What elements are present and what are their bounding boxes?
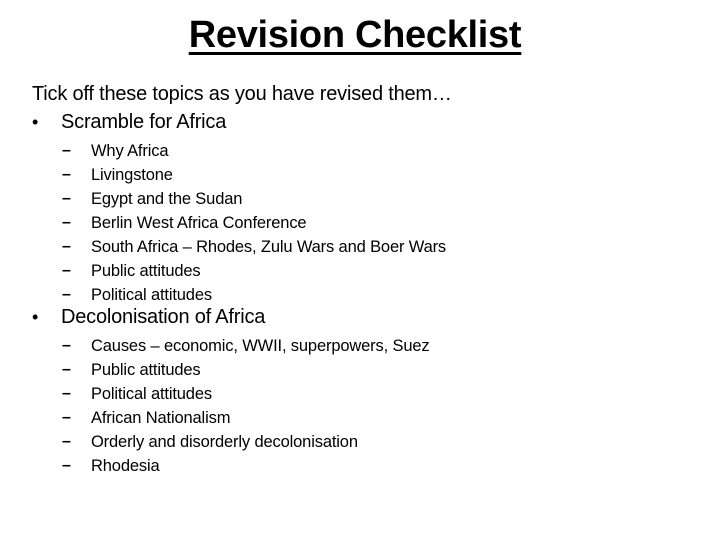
- list-item-label: African Nationalism: [91, 409, 231, 427]
- list-item: – Berlin West Africa Conference: [32, 211, 446, 235]
- list-item: – Public attitudes: [32, 358, 430, 382]
- page-title: Revision Checklist: [188, 14, 522, 56]
- list-item-label: Livingstone: [91, 166, 173, 184]
- dash-icon: –: [62, 409, 71, 426]
- list-item: – Egypt and the Sudan: [32, 187, 446, 211]
- dash-icon: –: [62, 166, 71, 183]
- topic-list: – Why Africa – Livingstone – Egypt and the …: [32, 139, 446, 307]
- list-item-label: Rhodesia: [91, 457, 160, 475]
- list-item-label: Berlin West Africa Conference: [91, 214, 307, 232]
- bullet-icon: •: [32, 307, 39, 327]
- list-item: – Orderly and disorderly decolonisation: [32, 430, 430, 454]
- dash-icon: –: [62, 262, 71, 279]
- dash-icon: –: [62, 142, 71, 159]
- dash-icon: –: [62, 433, 71, 450]
- list-item-label: Egypt and the Sudan: [91, 190, 243, 208]
- list-item: – Political attitudes: [32, 382, 430, 406]
- topic-list: – Causes – economic, WWII, superpowers, S…: [32, 334, 430, 478]
- list-item: – Public attitudes: [32, 259, 446, 283]
- section-heading: • Decolonisation of Africa: [32, 304, 430, 330]
- dash-icon: –: [62, 337, 71, 354]
- list-item-label: Public attitudes: [91, 361, 201, 379]
- section-heading: • Scramble for Africa: [32, 109, 446, 135]
- list-item: – Why Africa: [32, 139, 446, 163]
- dash-icon: –: [62, 238, 71, 255]
- list-item-label: Political attitudes: [91, 286, 212, 304]
- list-item-label: South Africa – Rhodes, Zulu Wars and Boe…: [91, 238, 447, 256]
- bullet-icon: •: [32, 112, 39, 132]
- intro-text: Tick off these topics as you have revise…: [32, 83, 452, 105]
- list-item-label: Political attitudes: [91, 385, 212, 403]
- dash-icon: –: [62, 214, 71, 231]
- section-scramble-for-africa: • Scramble for Africa – Why Africa – Livin…: [32, 109, 446, 307]
- section-decolonisation-of-africa: • Decolonisation of Africa – Causes – eco…: [32, 304, 430, 478]
- list-item: – South Africa – Rhodes, Zulu Wars and Bo…: [32, 235, 446, 259]
- list-item: – African Nationalism: [32, 406, 430, 430]
- dash-icon: –: [62, 190, 71, 207]
- list-item: – Livingstone: [32, 163, 446, 187]
- list-item-label: Causes – economic, WWII, superpowers, Su…: [91, 337, 430, 355]
- section-heading-label: Decolonisation of Africa: [61, 306, 266, 328]
- section-heading-label: Scramble for Africa: [61, 111, 227, 133]
- list-item-label: Why Africa: [91, 142, 169, 160]
- list-item-label: Public attitudes: [91, 262, 201, 280]
- list-item: – Causes – economic, WWII, superpowers, S…: [32, 334, 430, 358]
- dash-icon: –: [62, 361, 71, 378]
- dash-icon: –: [62, 457, 71, 474]
- list-item-label: Orderly and disorderly decolonisation: [91, 433, 358, 451]
- dash-icon: –: [62, 385, 71, 402]
- list-item: – Rhodesia: [32, 454, 430, 478]
